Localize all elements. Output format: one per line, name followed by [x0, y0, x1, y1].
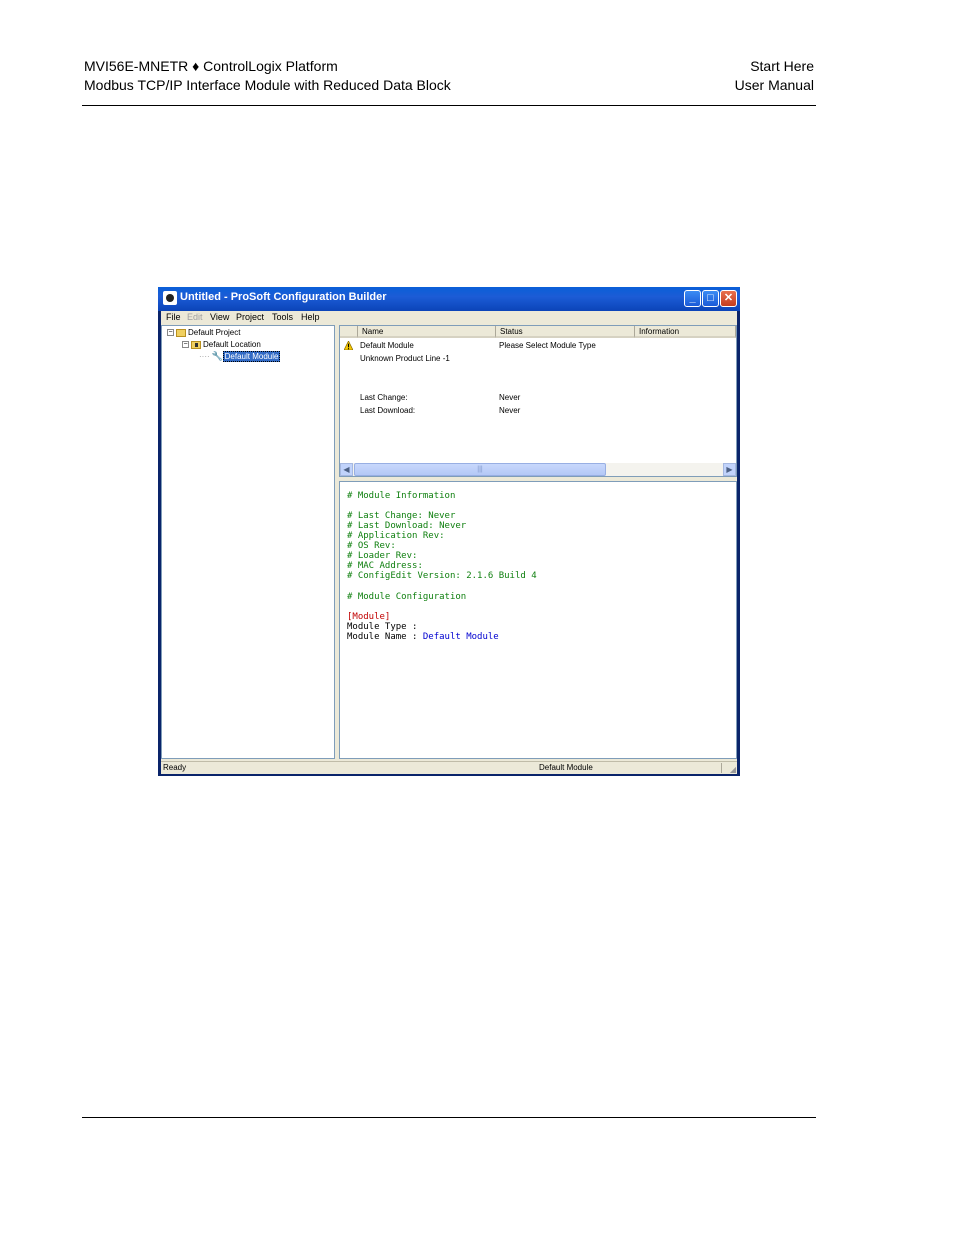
header-rule [82, 105, 816, 106]
text-line: # MAC Address: [347, 561, 423, 571]
tree-item-module[interactable]: ···· 🔧 Default Module [199, 351, 281, 362]
row-status: Never [499, 406, 521, 415]
text-line: # Loader Rev: [347, 551, 418, 561]
tree-item-label: Default Project [188, 328, 241, 337]
close-button[interactable]: ✕ [720, 290, 737, 307]
collapse-icon[interactable]: − [182, 341, 189, 349]
minimize-button[interactable]: _ [684, 290, 701, 307]
header-section: Start Here [750, 58, 814, 74]
header-doc-type: User Manual [734, 77, 814, 93]
status-module: Default Module [539, 763, 593, 772]
text-line: # Last Change: Never [347, 511, 456, 521]
menu-view[interactable]: View [210, 312, 229, 322]
row-name: Last Download: [360, 406, 416, 415]
column-header-name[interactable]: Name [358, 326, 496, 338]
scroll-left-icon[interactable]: ◀ [340, 463, 353, 476]
row-status: Please Select Module Type [499, 341, 596, 350]
tree-item-project[interactable]: − Default Project [167, 328, 240, 337]
text-line: Module Type : [347, 622, 418, 632]
module-name-value: Default Module [422, 632, 499, 642]
prosoft-window: Untitled - ProSoft Configuration Builder… [158, 287, 740, 776]
menu-bar: File Edit View Project Tools Help [161, 311, 737, 325]
column-header-status[interactable]: Status [496, 326, 635, 338]
title-bar[interactable]: Untitled - ProSoft Configuration Builder… [158, 287, 740, 311]
config-text-view[interactable]: # Module Information # Last Change: Neve… [339, 481, 737, 759]
tree-item-label: Default Location [203, 340, 261, 349]
column-header-information[interactable]: Information [635, 326, 736, 338]
project-tree[interactable]: − Default Project − Default Location ···· 🔧… [161, 325, 335, 759]
text-line: # Module Information [347, 491, 456, 501]
window-title: Untitled - ProSoft Configuration Builder [180, 291, 387, 303]
menu-edit[interactable]: Edit [187, 312, 203, 322]
app-icon[interactable] [163, 291, 177, 305]
menu-tools[interactable]: Tools [272, 312, 293, 322]
text-line-module-name: Module Name : Default Module [347, 632, 499, 642]
warning-icon [344, 341, 353, 350]
scroll-thumb[interactable]: ||| [354, 463, 606, 476]
menu-file[interactable]: File [166, 312, 181, 322]
column-header-icon[interactable] [340, 326, 358, 338]
horizontal-scrollbar[interactable]: ◀ ||| ▶ [340, 463, 736, 476]
status-text: Ready [163, 763, 187, 772]
tree-connector: ···· [199, 352, 210, 361]
text-line: # Module Configuration [347, 592, 467, 602]
text-line-section: [Module] [347, 612, 391, 622]
tree-item-label: Default Module [222, 351, 281, 362]
folder-icon [176, 328, 186, 337]
module-list[interactable]: Name Status Information Default Module P… [339, 325, 737, 477]
row-name: Unknown Product Line -1 [360, 354, 450, 363]
text-line: # ConfigEdit Version: 2.1.6 Build 4 [347, 571, 537, 581]
status-divider [721, 763, 722, 773]
location-icon [191, 340, 201, 349]
header-product-line: MVI56E-MNETR ♦ ControlLogix Platform [84, 58, 338, 74]
row-status: Never [499, 393, 521, 402]
page-header-right: Start Here User Manual [735, 57, 814, 95]
maximize-button[interactable]: □ [702, 290, 719, 307]
tree-item-location[interactable]: − Default Location [182, 340, 261, 349]
row-name: Last Change: [360, 393, 408, 402]
resize-grip-icon[interactable]: ◢ [730, 765, 736, 774]
text-line: # OS Rev: [347, 541, 396, 551]
header-product-description: Modbus TCP/IP Interface Module with Redu… [84, 77, 451, 93]
page-header-left: MVI56E-MNETR ♦ ControlLogix Platform Mod… [84, 57, 451, 95]
row-name[interactable]: Default Module [360, 341, 414, 350]
wrench-warning-icon: 🔧 [211, 351, 223, 362]
text-line: # Last Download: Never [347, 521, 467, 531]
collapse-icon[interactable]: − [167, 329, 174, 337]
footer-rule [82, 1117, 816, 1118]
client-area: − Default Project − Default Location ···· 🔧… [161, 325, 737, 761]
menu-help[interactable]: Help [301, 312, 320, 322]
scroll-right-icon[interactable]: ▶ [723, 463, 736, 476]
status-bar: Ready Default Module ◢ [161, 761, 737, 774]
menu-project[interactable]: Project [236, 312, 264, 322]
text-line: # Application Rev: [347, 531, 445, 541]
module-name-key: Module Name : [347, 632, 423, 642]
